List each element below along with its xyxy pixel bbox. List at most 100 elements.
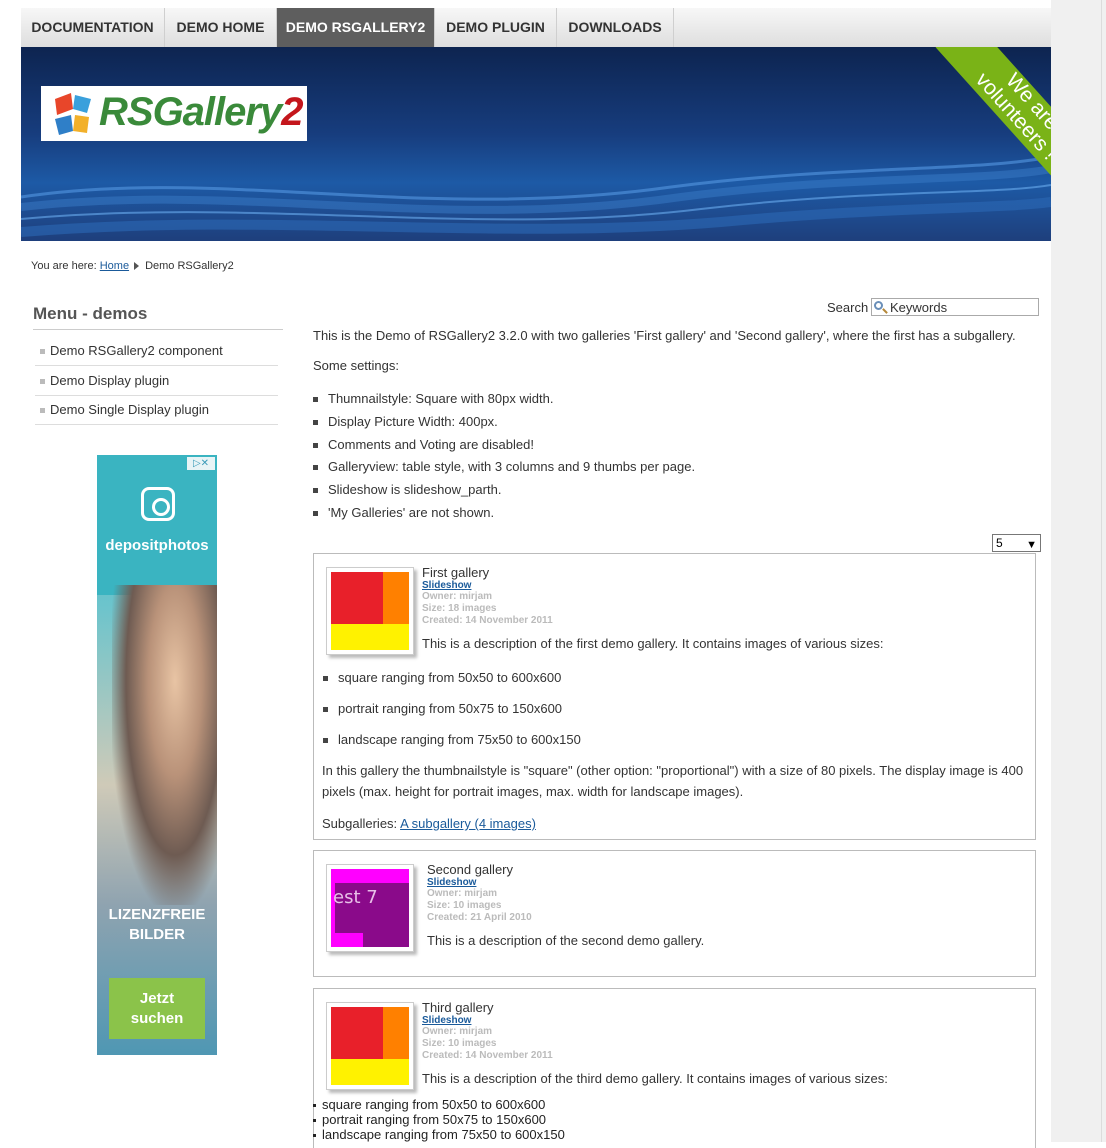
gallery-size: Size: 10 images <box>422 1038 497 1049</box>
list-item-text: landscape ranging from 75x50 to 600x150 <box>322 1127 565 1142</box>
select-value: 5 <box>996 536 1003 550</box>
gallery-description: This is a description of the second demo… <box>427 933 705 948</box>
rsgallery2-logo[interactable]: RSGallery2 <box>41 86 307 141</box>
bullet-icon <box>313 488 318 494</box>
gallery-meta: Owner: mirjam Size: 10 images Created: 1… <box>422 1026 553 1062</box>
breadcrumb-prefix: You are here: <box>31 260 97 272</box>
bullet-icon <box>323 676 328 682</box>
chevron-down-icon: ▼ <box>1026 539 1037 551</box>
bullet-icon <box>313 1119 316 1123</box>
gallery-meta: Owner: mirjam Size: 18 images Created: 1… <box>422 591 553 627</box>
sidebar-item-label: Demo Single Display plugin <box>50 402 209 417</box>
sidebar-item-display-plugin[interactable]: Demo Display plugin <box>35 366 278 396</box>
list-item: Display Picture Width: 400px. <box>313 414 498 429</box>
list-item-text: square ranging from 50x50 to 600x600 <box>322 1097 546 1112</box>
list-item-text: Comments and Voting are disabled! <box>328 437 534 452</box>
slideshow-link[interactable]: Slideshow <box>427 877 476 888</box>
sidebar-divider <box>33 329 283 330</box>
advertisement[interactable]: ▷✕ depositphotos LIZENZFREIE BILDER Jetzt… <box>97 455 217 1055</box>
breadcrumb: You are here: Home Demo RSGallery2 <box>31 260 234 272</box>
settings-label: Some settings: <box>313 358 399 373</box>
list-item: 'My Galleries' are not shown. <box>313 505 494 520</box>
list-item-text: square ranging from 50x50 to 600x600 <box>338 670 562 685</box>
gallery-created: Created: 14 November 2011 <box>422 615 553 626</box>
bullet-icon <box>40 349 45 355</box>
gallery-description: This is a description of the third demo … <box>422 1071 888 1086</box>
ad-button-line-2: suchen <box>130 1010 184 1027</box>
sidebar-item-rsgallery2-component[interactable]: Demo RSGallery2 component <box>35 336 278 366</box>
list-item: square ranging from 50x50 to 600x600 <box>323 670 561 685</box>
bullet-icon <box>313 1104 316 1108</box>
ad-line-1: LIZENZFREIE <box>108 906 206 923</box>
list-item-text: portrait ranging from 50x75 to 150x600 <box>338 701 563 716</box>
bullet-icon <box>313 443 318 449</box>
nav-demo-rsgallery2[interactable]: DEMO RSGALLERY2 <box>277 8 435 47</box>
list-item-text: Galleryview: table style, with 3 columns… <box>328 459 696 474</box>
volunteers-ribbon: We are volunteers ! <box>928 47 1051 187</box>
thumbnail-image <box>331 869 409 947</box>
bullet-icon <box>313 1134 316 1138</box>
logo-squares-icon <box>55 93 91 135</box>
subgalleries-row: Subgalleries: A subgallery (4 images) <box>322 816 536 831</box>
logo-text-2: 2 <box>281 90 303 134</box>
list-item-text: Thumnailstyle: Square with 80px width. <box>328 391 554 406</box>
gallery-meta: Owner: mirjam Size: 10 images Created: 2… <box>427 888 532 924</box>
breadcrumb-current: Demo RSGallery2 <box>145 260 234 272</box>
gallery-description: This is a description of the first demo … <box>422 636 884 651</box>
wave-decoration <box>21 155 1051 237</box>
nav-demo-home[interactable]: DEMO HOME <box>165 8 277 47</box>
list-item-text: landscape ranging from 75x50 to 600x150 <box>338 732 581 747</box>
sidebar-item-single-display-plugin[interactable]: Demo Single Display plugin <box>35 395 278 425</box>
breadcrumb-home-link[interactable]: Home <box>100 260 129 272</box>
list-item: landscape ranging from 75x50 to 600x150 <box>313 1127 565 1142</box>
search-input[interactable] <box>871 298 1039 316</box>
top-navigation: DOCUMENTATION DEMO HOME DEMO RSGALLERY2 … <box>21 8 1051 48</box>
nav-documentation[interactable]: DOCUMENTATION <box>21 8 165 47</box>
gallery-card-first: First gallery Slideshow Owner: mirjam Si… <box>313 553 1036 840</box>
bullet-icon <box>40 379 45 385</box>
list-item: Slideshow is slideshow_parth. <box>313 482 501 497</box>
slideshow-link[interactable]: Slideshow <box>422 580 471 591</box>
gallery-thumbnail[interactable] <box>326 567 414 655</box>
subgalleries-label: Subgalleries: <box>322 816 398 831</box>
list-item: Thumnailstyle: Square with 80px width. <box>313 391 553 406</box>
ad-cta-button[interactable]: Jetzt suchen <box>109 978 205 1039</box>
bullet-icon <box>323 707 328 713</box>
header-banner: RSGallery2 We are volunteers ! <box>21 47 1051 241</box>
thumbnail-image <box>331 1007 409 1085</box>
gallery-title[interactable]: Third gallery <box>422 1000 494 1015</box>
gallery-size: Size: 18 images <box>422 603 497 614</box>
bullet-icon <box>313 420 318 426</box>
slideshow-link[interactable]: Slideshow <box>422 1015 471 1026</box>
ad-brand: depositphotos <box>105 537 209 554</box>
list-item: square ranging from 50x50 to 600x600 <box>313 1097 545 1112</box>
ad-header <box>97 455 217 595</box>
sidebar-title: Menu - demos <box>33 304 148 323</box>
list-item: portrait ranging from 50x75 to 150x600 <box>313 1112 546 1127</box>
gallery-title[interactable]: First gallery <box>422 565 489 580</box>
page-right-gutter <box>1051 0 1106 1142</box>
gallery-owner: Owner: mirjam <box>422 591 493 602</box>
nav-demo-plugin[interactable]: DEMO PLUGIN <box>435 8 557 47</box>
bullet-icon <box>323 738 328 744</box>
ad-button-line-1: Jetzt <box>139 990 175 1007</box>
search-icon <box>874 301 883 310</box>
gallery-thumbnail[interactable] <box>326 1002 414 1090</box>
thumbnail-text: est 7 <box>333 887 378 908</box>
thumbnail-image <box>331 572 409 650</box>
bullet-icon <box>40 408 45 414</box>
breadcrumb-arrow-icon <box>134 262 140 271</box>
bullet-icon <box>313 397 318 403</box>
list-item-text: Display Picture Width: 400px. <box>328 414 498 429</box>
subgallery-link[interactable]: A subgallery (4 images) <box>400 816 536 831</box>
items-per-page-select[interactable]: 5 ▼ <box>992 534 1041 552</box>
list-item-text: portrait ranging from 50x75 to 150x600 <box>322 1112 547 1127</box>
nav-downloads[interactable]: DOWNLOADS <box>557 8 674 47</box>
gallery-owner: Owner: mirjam <box>427 888 498 899</box>
ad-close-icon[interactable]: ▷✕ <box>187 457 215 470</box>
gallery-thumbnail[interactable]: est 7 <box>326 864 414 952</box>
search-label: Search <box>827 300 869 315</box>
list-item: Comments and Voting are disabled! <box>313 437 534 452</box>
gallery-size: Size: 10 images <box>427 900 502 911</box>
gallery-title[interactable]: Second gallery <box>427 862 513 877</box>
